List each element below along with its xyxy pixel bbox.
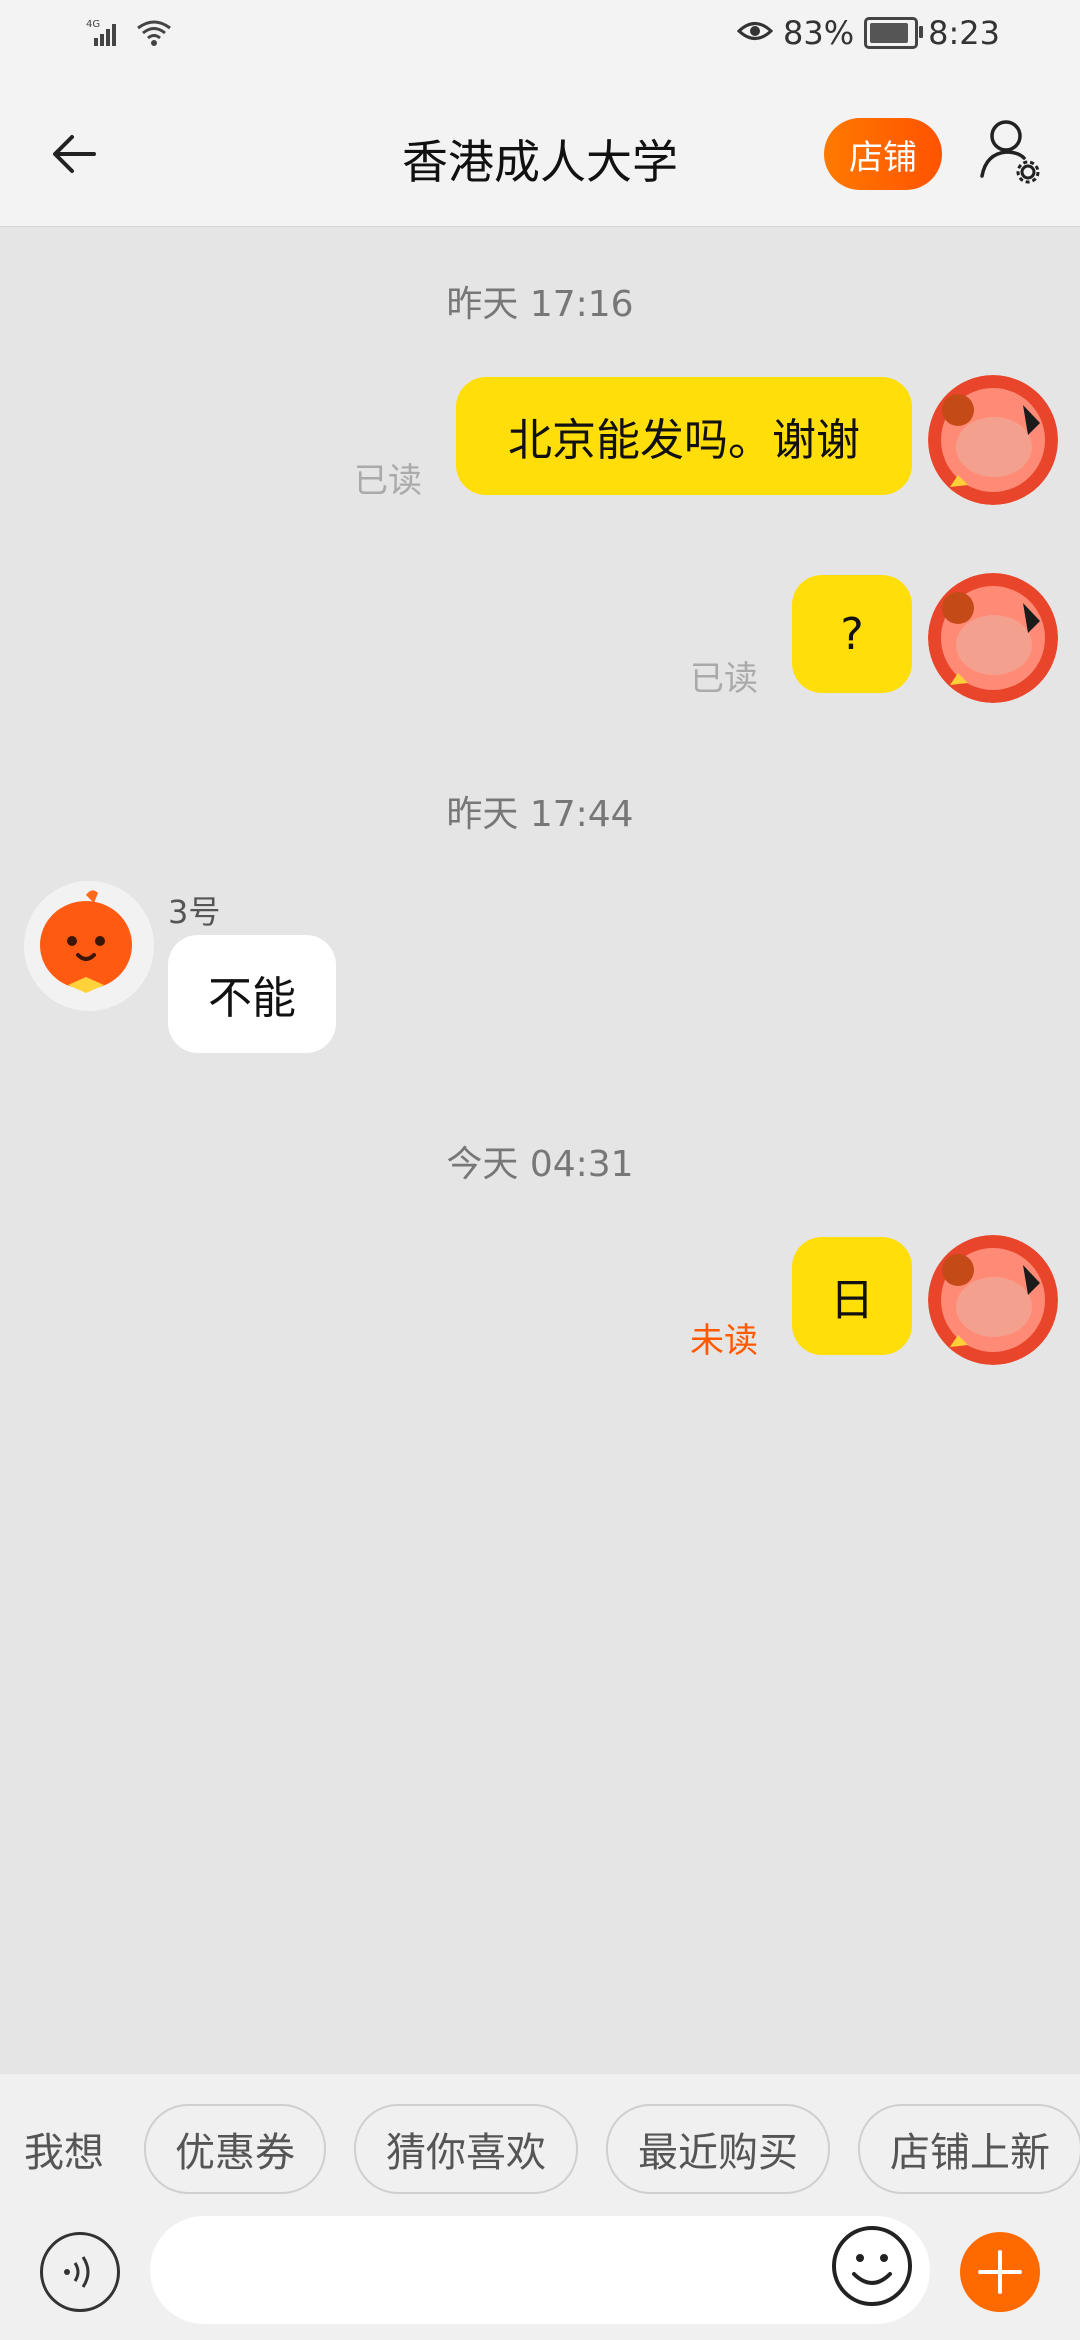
- read-status: 已读: [354, 461, 422, 501]
- battery-icon: [864, 17, 924, 49]
- user-settings-icon[interactable]: [978, 116, 1042, 186]
- status-right: 83% 8:23: [736, 14, 1000, 52]
- shop-button[interactable]: 店铺: [824, 118, 942, 190]
- signal-icon: 4G: [86, 18, 120, 52]
- sent-message-bubble[interactable]: 北京能发吗。谢谢: [456, 377, 912, 495]
- chip-new-arrivals[interactable]: 店铺上新: [858, 2104, 1080, 2194]
- chip-guess-you-like[interactable]: 猜你喜欢: [354, 2104, 578, 2194]
- received-message-bubble[interactable]: 不能: [168, 935, 336, 1053]
- chip-coupon[interactable]: 优惠券: [144, 2104, 326, 2194]
- sender-name: 3号: [168, 893, 221, 931]
- eye-icon: [736, 14, 774, 52]
- read-status: 已读: [690, 659, 758, 699]
- avatar[interactable]: [24, 881, 154, 1011]
- quick-bar-label: 我想: [24, 2130, 104, 2176]
- wifi-icon: [134, 18, 174, 52]
- unread-status: 未读: [690, 1321, 758, 1361]
- input-bar: [0, 2210, 1080, 2340]
- sent-message-bubble[interactable]: ?: [792, 575, 912, 693]
- timestamp: 昨天 17:16: [446, 284, 634, 325]
- network-type: 4G: [86, 19, 100, 30]
- clock: 8:23: [928, 14, 1000, 52]
- quick-reply-bar: 我想 优惠券 猜你喜欢 最近购买 店铺上新: [0, 2074, 1080, 2210]
- chat-messages[interactable]: 昨天 17:16 已读 北京能发吗。谢谢 已读 ? 昨天 17:44 3号 不能…: [0, 227, 1080, 2073]
- avatar[interactable]: [928, 573, 1058, 703]
- chip-recent-purchase[interactable]: 最近购买: [606, 2104, 830, 2194]
- status-bar: 4G 83% 8:23: [0, 0, 1080, 80]
- sent-message-bubble[interactable]: 日: [792, 1237, 912, 1355]
- battery-percent: 83%: [783, 14, 855, 52]
- plus-icon[interactable]: [960, 2232, 1040, 2312]
- avatar[interactable]: [928, 1235, 1058, 1365]
- chat-header: 香港成人大学 店铺: [0, 80, 1080, 227]
- avatar[interactable]: [928, 375, 1058, 505]
- emoji-icon[interactable]: [830, 2224, 914, 2308]
- message-input[interactable]: [150, 2216, 930, 2324]
- timestamp: 昨天 17:44: [446, 794, 634, 835]
- status-left: 4G: [86, 18, 174, 52]
- voice-icon[interactable]: [40, 2232, 120, 2312]
- timestamp: 今天 04:31: [446, 1144, 634, 1185]
